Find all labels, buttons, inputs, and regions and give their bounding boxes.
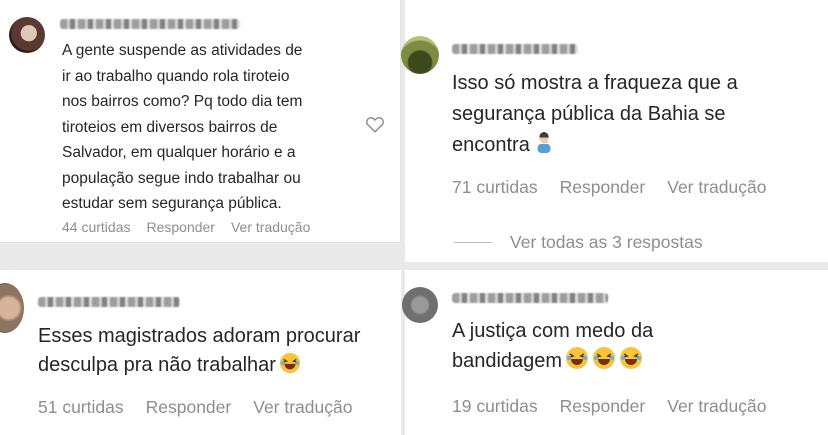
avatar[interactable]: [401, 36, 439, 74]
divider: [454, 242, 492, 243]
translate-button[interactable]: Ver tradução: [667, 396, 766, 417]
translate-button[interactable]: Ver tradução: [253, 397, 352, 418]
comment-actions: 51 curtidas Responder Ver tradução: [38, 397, 352, 418]
username-blurred[interactable]: [60, 19, 240, 29]
avatar[interactable]: [402, 287, 438, 323]
comment-text: Isso só mostra a fraqueza que a seguranç…: [452, 68, 822, 164]
man-facepalming-icon: [533, 132, 555, 164]
reply-button[interactable]: Responder: [560, 177, 646, 198]
heart-icon[interactable]: [364, 113, 386, 135]
translate-button[interactable]: Ver tradução: [667, 177, 766, 198]
username-blurred[interactable]: [452, 293, 608, 303]
view-replies-label: Ver todas as 3 respostas: [510, 232, 703, 252]
comment-text-body: Isso só mostra a fraqueza que a seguranç…: [452, 72, 738, 156]
comment-actions: 71 curtidas Responder Ver tradução: [452, 177, 766, 198]
reply-button[interactable]: Responder: [146, 219, 215, 235]
laughing-face-icon: [279, 352, 301, 383]
likes-count[interactable]: 71 curtidas: [452, 177, 538, 198]
likes-count[interactable]: 19 curtidas: [452, 396, 538, 417]
likes-count[interactable]: 51 curtidas: [38, 397, 124, 418]
comment-text: A gente suspende as atividades de ir ao …: [62, 42, 303, 212]
laughing-face-icon: [619, 346, 643, 379]
translate-button[interactable]: Ver tradução: [231, 219, 310, 235]
laughing-face-icon: [592, 346, 616, 379]
likes-count[interactable]: 44 curtidas: [62, 219, 130, 235]
comment-text-body: Esses magistrados adoram procurar descul…: [38, 325, 361, 376]
avatar[interactable]: [9, 17, 45, 53]
username-blurred[interactable]: [38, 297, 180, 307]
comment-text: A justiça com medo da bandidagem: [452, 316, 822, 379]
comment-actions: 19 curtidas Responder Ver tradução: [452, 396, 766, 417]
comment-actions: 44 curtidas Responder Ver tradução: [62, 219, 310, 235]
laughing-face-icon: [565, 346, 589, 379]
username-blurred[interactable]: [452, 44, 578, 54]
view-replies-button[interactable]: Ver todas as 3 respostas: [454, 232, 703, 253]
reply-button[interactable]: Responder: [146, 397, 232, 418]
reply-button[interactable]: Responder: [560, 396, 646, 417]
comment-text: Esses magistrados adoram procurar descul…: [38, 322, 398, 383]
